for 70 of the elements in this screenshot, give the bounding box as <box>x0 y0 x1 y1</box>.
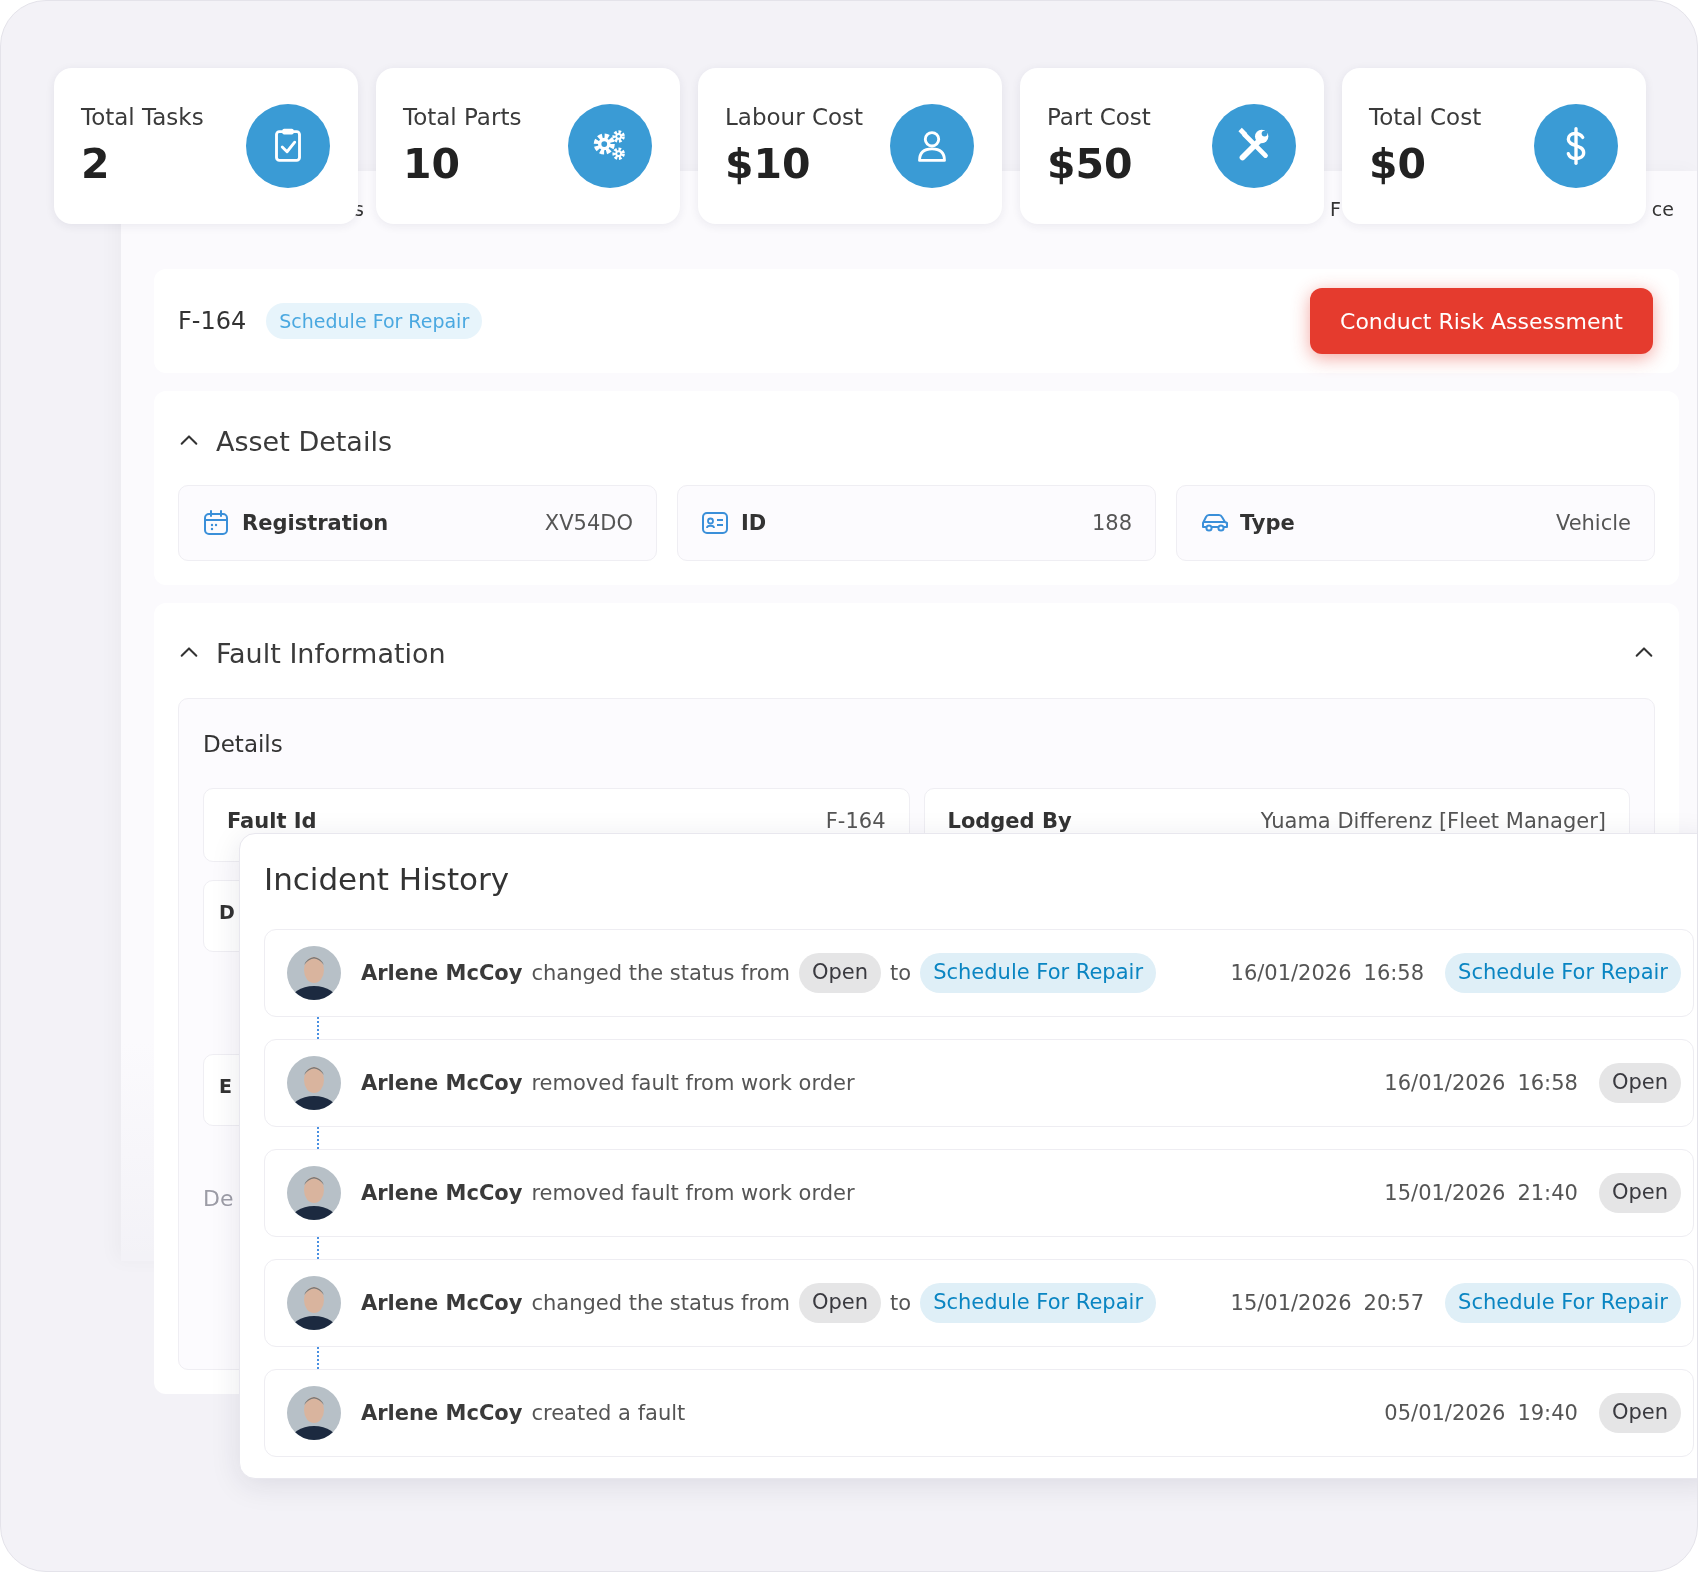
field-label: Fault Id <box>227 809 317 833</box>
field-value: F-164 <box>825 809 886 833</box>
field-value: Vehicle <box>1555 511 1631 535</box>
avatar <box>287 946 341 1000</box>
id-card-icon <box>701 509 729 537</box>
status-badge: Schedule For Repair <box>266 302 483 340</box>
status-badge: Schedule For Repair <box>1445 1283 1681 1323</box>
user-name: Arlene McCoy <box>361 1291 523 1315</box>
entry-text: to <box>890 1291 912 1315</box>
entry-date: 15/01/2026 <box>1384 1181 1506 1205</box>
status-badge: Schedule For Repair <box>920 953 1157 993</box>
risk-assessment-button[interactable]: Conduct Risk Assessment <box>1310 288 1653 354</box>
entry-text: to <box>890 961 912 985</box>
entry-time: 16:58 <box>1517 1071 1578 1095</box>
field-value: 188 <box>1091 511 1132 535</box>
status-badge: Schedule For Repair <box>1445 953 1681 993</box>
entry-date: 16/01/2026 <box>1384 1071 1506 1095</box>
entry-date: 05/01/2026 <box>1384 1401 1506 1425</box>
details-title: Details <box>203 730 284 759</box>
entry-time: 19:40 <box>1517 1401 1578 1425</box>
status-badge: Open <box>1598 1393 1681 1433</box>
avatar <box>287 1276 341 1330</box>
stat-value: $0 <box>1369 140 1428 188</box>
status-badge: Open <box>1598 1063 1681 1103</box>
tab-label[interactable]: F <box>1329 198 1341 220</box>
user-name: Arlene McCoy <box>361 1181 523 1205</box>
tab-label[interactable]: ce <box>1651 198 1674 220</box>
stat-value: $10 <box>725 140 812 188</box>
avatar <box>287 1056 341 1110</box>
section-title: Fault Information <box>216 637 446 669</box>
avatar <box>287 1166 341 1220</box>
user-name: Arlene McCoy <box>361 1071 523 1095</box>
stat-label: Part Cost <box>1047 104 1151 130</box>
field-label: Lodged By <box>947 809 1072 833</box>
stat-label: Total Parts <box>403 104 522 130</box>
status-badge: Open <box>1598 1173 1681 1213</box>
stat-label: Labour Cost <box>725 104 864 130</box>
field-label: Registration <box>242 511 389 535</box>
section-title: De <box>203 1186 234 1211</box>
section-title: Asset Details <box>216 425 392 457</box>
field-label: Type <box>1240 511 1295 535</box>
stat-label: Total Cost <box>1369 104 1482 130</box>
entry-text: removed fault from work order <box>531 1071 855 1095</box>
stat-label: Total Tasks <box>81 104 204 130</box>
entry-text: changed the status from <box>531 961 790 985</box>
entry-time: 20:57 <box>1363 1291 1425 1315</box>
stat-value: 2 <box>81 140 111 188</box>
field-label: E <box>219 1075 232 1097</box>
entry-time: 16:58 <box>1363 961 1425 985</box>
user-name: Arlene McCoy <box>361 1401 523 1425</box>
entry-date: 16/01/2026 <box>1230 961 1352 985</box>
field-label: D <box>219 901 235 923</box>
avatar <box>287 1386 341 1440</box>
field-value: XV54DO <box>544 511 633 535</box>
entry-text: created a fault <box>531 1401 686 1425</box>
panel-title: Incident History <box>264 860 511 899</box>
entry-text: changed the status from <box>531 1291 790 1315</box>
stat-value: $50 <box>1047 140 1134 188</box>
status-badge: Schedule For Repair <box>920 1283 1157 1323</box>
fault-id: F-164 <box>178 307 247 335</box>
entry-date: 15/01/2026 <box>1230 1291 1352 1315</box>
status-badge: Open <box>798 1283 882 1323</box>
entry-text: removed fault from work order <box>531 1181 855 1205</box>
status-badge: Open <box>798 953 882 993</box>
entry-time: 21:40 <box>1517 1181 1578 1205</box>
field-label: ID <box>741 511 767 535</box>
stat-value: 10 <box>403 140 462 188</box>
calendar-icon <box>202 509 230 537</box>
user-name: Arlene McCoy <box>361 961 523 985</box>
field-value: Yuama Differenz [Fleet Manager] <box>1260 809 1606 833</box>
